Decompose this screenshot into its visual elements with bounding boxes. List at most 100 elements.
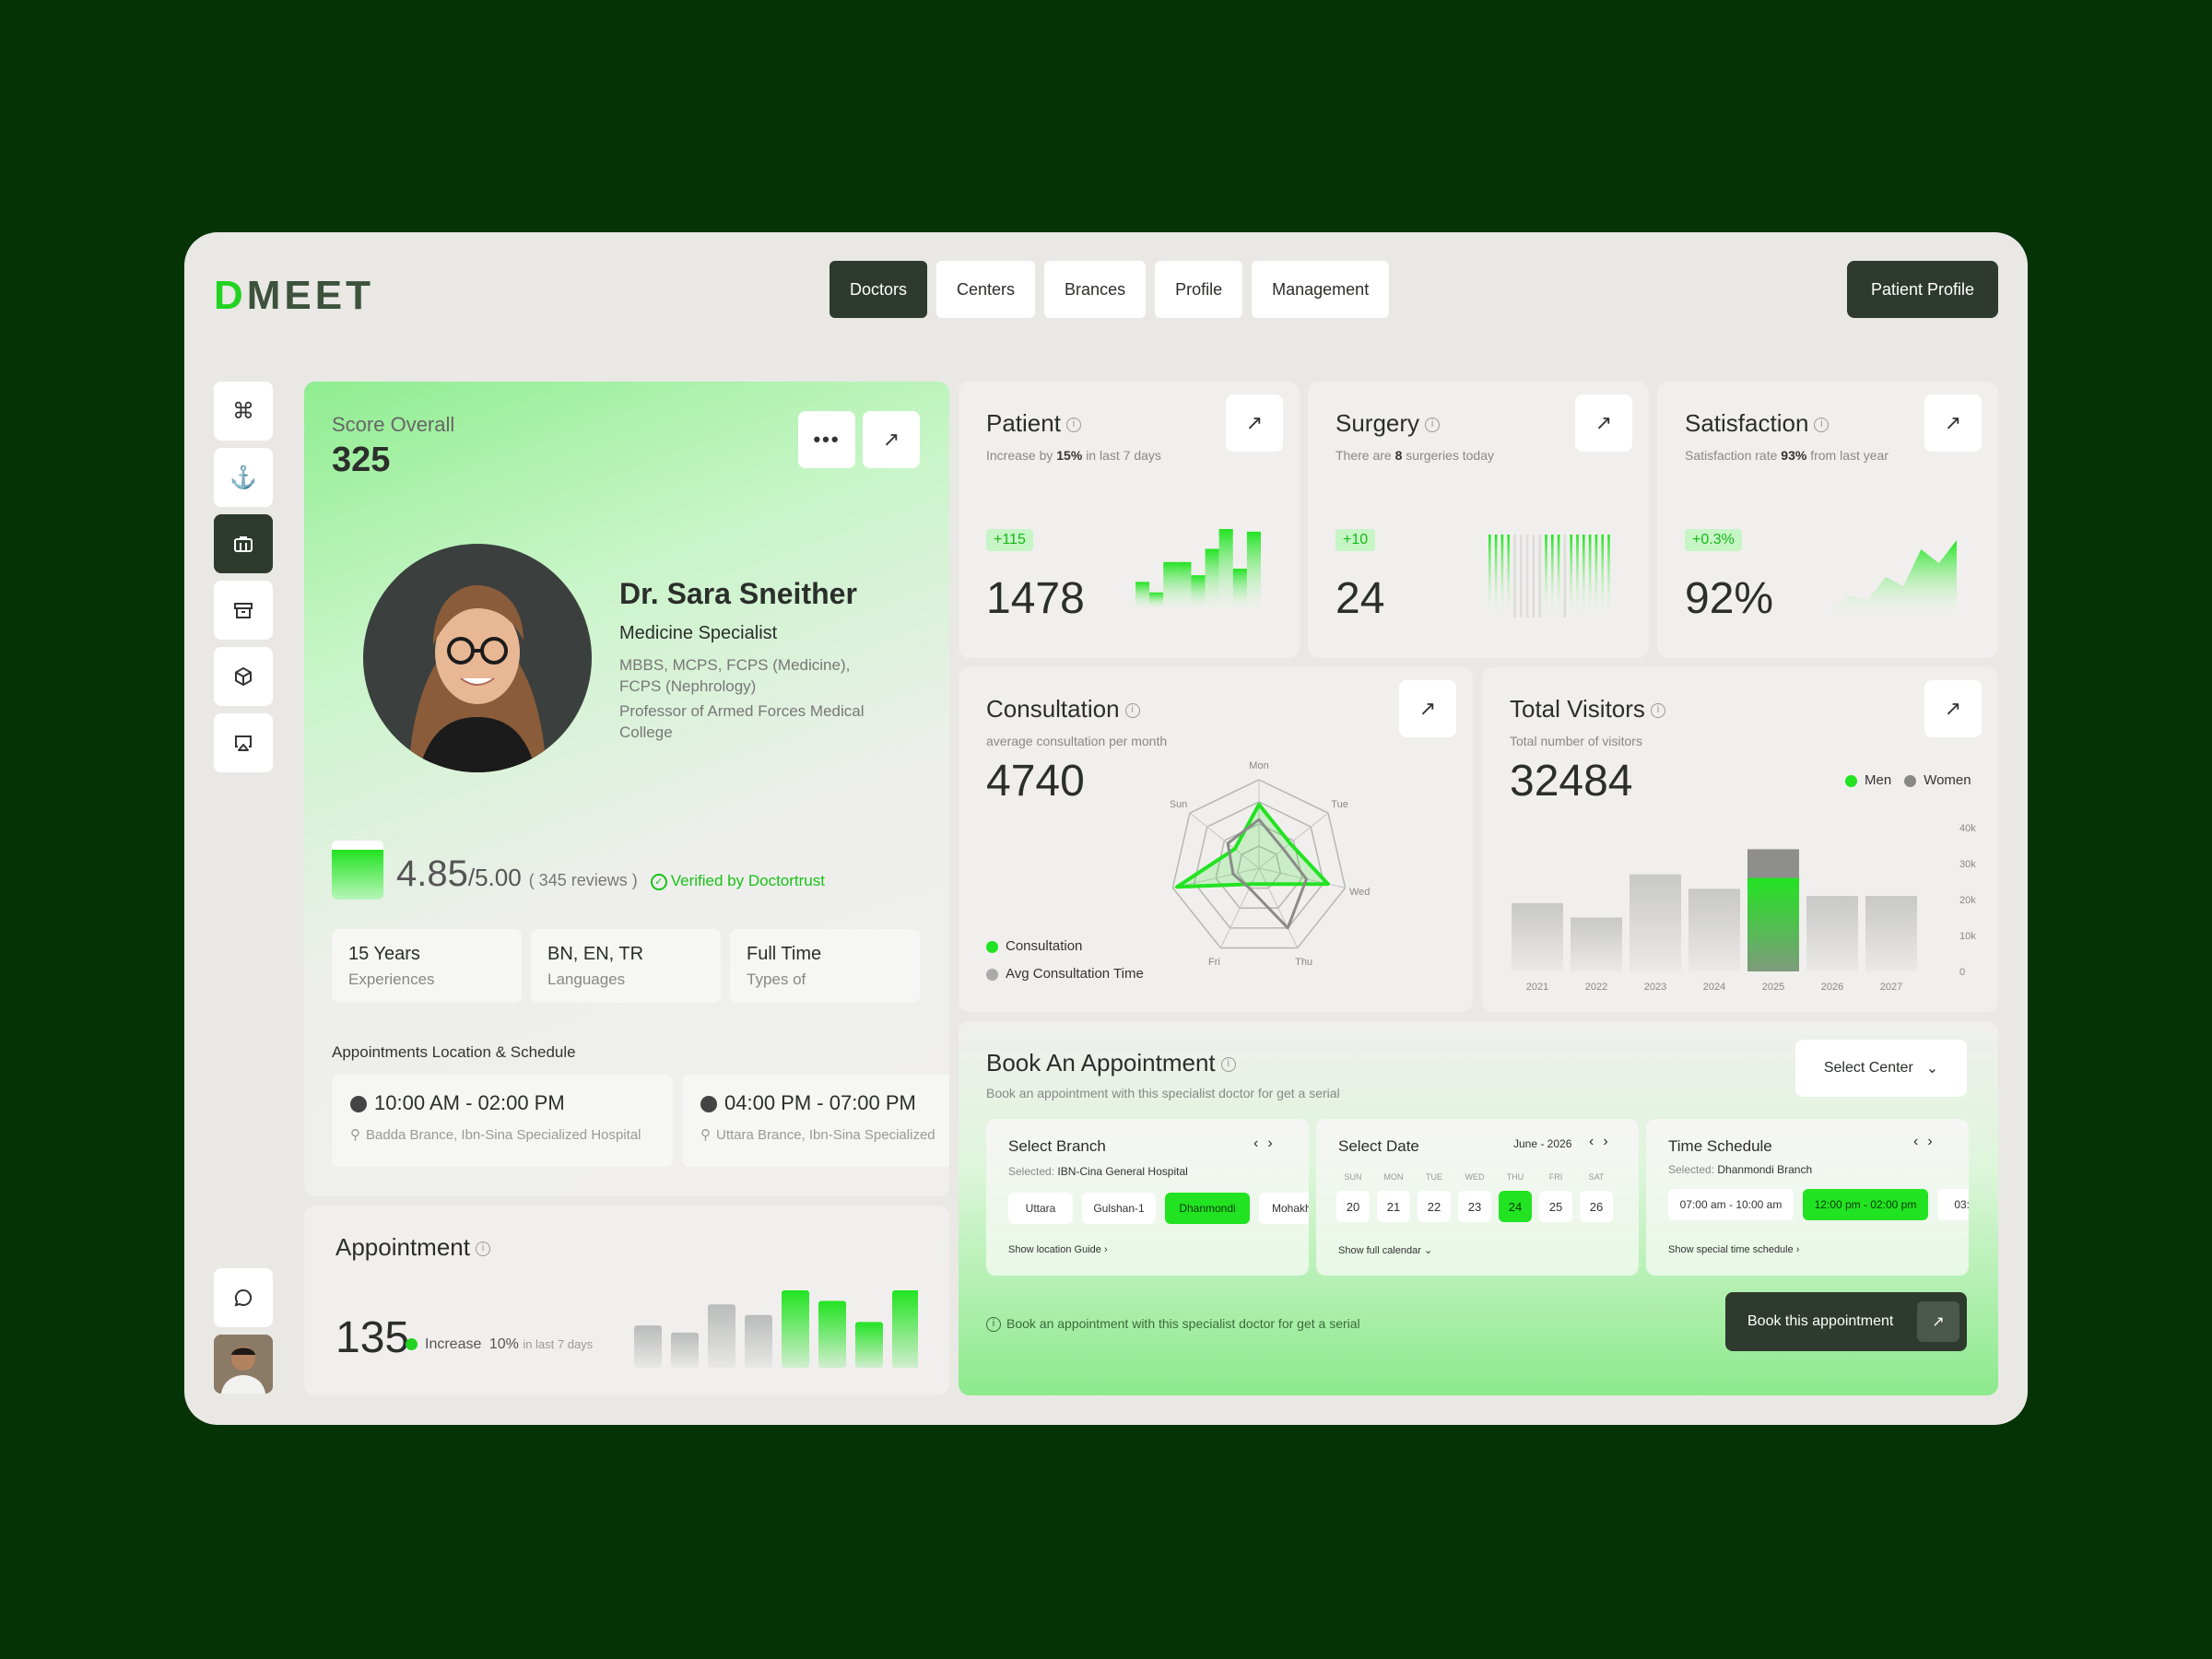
consultation-card: Consultation i average consultation per m… xyxy=(959,667,1473,1012)
satisfaction-open-button[interactable]: ↗ xyxy=(1924,394,1982,452)
surgery-line xyxy=(1551,535,1554,618)
branch-option-selected[interactable]: Dhanmondi xyxy=(1165,1193,1250,1224)
time-option[interactable]: 07:00 am - 10:00 am xyxy=(1668,1189,1794,1220)
radar-axis-label: Thu xyxy=(1295,957,1312,968)
surgery-line xyxy=(1594,535,1598,618)
patient-bar xyxy=(1177,561,1192,608)
date-option-selected[interactable]: 24 xyxy=(1499,1191,1532,1222)
x-tick-label: 2022 xyxy=(1585,982,1607,993)
date-option[interactable]: 22 xyxy=(1418,1191,1451,1222)
date-option[interactable]: 25 xyxy=(1539,1191,1572,1222)
fact-card: 15 Years Experiences xyxy=(332,929,522,1003)
date-panel: Select Date June - 2026 ‹› SUN MON TUE WED T… xyxy=(1316,1119,1639,1276)
chevron-right-icon: › xyxy=(1603,1134,1618,1149)
archive-icon[interactable] xyxy=(214,581,273,640)
date-option[interactable]: 26 xyxy=(1580,1191,1613,1222)
date-option[interactable]: 21 xyxy=(1377,1191,1410,1222)
select-center-dropdown[interactable]: Select Center ⌄ xyxy=(1795,1040,1967,1097)
review-count: ( 345 reviews ) xyxy=(528,871,638,889)
arrow-up-right-icon: ↗ xyxy=(1917,1301,1959,1342)
nav-brances[interactable]: Brances xyxy=(1044,261,1147,318)
clock-icon xyxy=(350,1096,367,1113)
time-title: Time Schedule xyxy=(1668,1137,1772,1155)
visitors-open-button[interactable]: ↗ xyxy=(1924,680,1982,737)
chat-icon[interactable] xyxy=(214,1268,273,1327)
book-note: i Book an appointment with this specialis… xyxy=(986,1316,1360,1333)
brand-logo: DMEET xyxy=(214,273,375,318)
rating-max: /5.00 xyxy=(467,864,522,891)
time-selected: Selected: Dhanmondi Branch xyxy=(1668,1163,1813,1176)
branch-option[interactable]: Mohakhal xyxy=(1259,1193,1309,1224)
chevron-right-icon: › xyxy=(1267,1135,1282,1151)
cube-icon[interactable] xyxy=(214,647,273,706)
visitors-bar-women xyxy=(1512,902,1563,971)
chevron-left-icon: ‹ xyxy=(1253,1135,1268,1151)
surgery-card: Surgery i There are 8 surgeries today ↗ +… xyxy=(1308,382,1649,658)
more-options-button[interactable]: ••• xyxy=(798,411,855,468)
appointment-bar xyxy=(671,1332,699,1368)
surgery-line xyxy=(1525,535,1529,618)
satisfaction-title: Satisfaction i xyxy=(1685,409,1830,438)
time-nav[interactable]: ‹› xyxy=(1913,1134,1942,1150)
branch-option[interactable]: Uttara xyxy=(1008,1193,1073,1224)
branch-panel: Select Branch ‹› Selected: IBN-Cina Gene… xyxy=(986,1119,1309,1276)
appointment-bar xyxy=(855,1322,883,1368)
branch-option[interactable]: Gulshan-1 xyxy=(1082,1193,1156,1224)
day-row: 20 21 22 23 24 25 26 xyxy=(1336,1191,1613,1222)
radar-axis-label: Tue xyxy=(1331,799,1348,810)
branch-selected: Selected: IBN-Cina General Hospital xyxy=(1008,1165,1188,1178)
weekday-label: MON xyxy=(1383,1172,1404,1182)
consultation-title: Consultation i xyxy=(986,695,1140,724)
book-appointment-button[interactable]: Book this appointment ↗ xyxy=(1725,1292,1967,1351)
info-icon: i xyxy=(986,1317,1001,1333)
info-icon: i xyxy=(1124,703,1140,719)
nav-profile[interactable]: Profile xyxy=(1155,261,1243,318)
satisfaction-chart xyxy=(1832,540,1957,614)
book-title: Book An Appointment i xyxy=(986,1049,1236,1077)
schedule-card[interactable]: 04:00 PM - 07:00 PM ⚲ Uttara Brance, Ibn-… xyxy=(682,1075,949,1167)
schedule-card[interactable]: 10:00 AM - 02:00 PM ⚲ Badda Brance, Ibn-S… xyxy=(332,1075,673,1167)
surgery-line xyxy=(1507,535,1510,618)
airplay-icon[interactable] xyxy=(214,713,273,772)
book-subtitle: Book an appointment with this specialist… xyxy=(986,1086,1340,1100)
surgery-open-button[interactable]: ↗ xyxy=(1575,394,1632,452)
surgery-line xyxy=(1488,535,1491,618)
nav-centers[interactable]: Centers xyxy=(936,261,1036,318)
date-option[interactable]: 23 xyxy=(1458,1191,1491,1222)
consultation-open-button[interactable]: ↗ xyxy=(1399,680,1456,737)
surgery-line xyxy=(1532,535,1535,618)
time-option[interactable]: 03:0 xyxy=(1937,1189,1969,1220)
nav-doctors[interactable]: Doctors xyxy=(830,261,928,318)
patient-open-button[interactable]: ↗ xyxy=(1226,394,1283,452)
patient-profile-button[interactable]: Patient Profile xyxy=(1846,261,1998,318)
top-nav: Doctors Centers Brances Profile Manageme… xyxy=(830,261,1390,318)
special-schedule-link[interactable]: Show special time schedule › xyxy=(1668,1244,1799,1255)
branch-nav[interactable]: ‹› xyxy=(1253,1135,1282,1152)
surgery-line xyxy=(1570,535,1572,618)
date-title: Select Date xyxy=(1338,1137,1419,1155)
verified-check-icon: ✓ xyxy=(650,873,667,890)
patient-bar xyxy=(1232,569,1247,608)
appointment-bar xyxy=(818,1300,846,1368)
date-nav[interactable]: ‹› xyxy=(1589,1134,1618,1150)
full-calendar-link[interactable]: Show full calendar ⌄ xyxy=(1338,1244,1432,1256)
date-option[interactable]: 20 xyxy=(1336,1191,1370,1222)
fact-card: Full Time Types of xyxy=(730,929,920,1003)
surgery-line xyxy=(1520,535,1523,618)
rating-row: 4.85/5.00 ( 345 reviews ) ✓ Verified by D… xyxy=(396,853,825,895)
user-avatar[interactable] xyxy=(214,1335,273,1394)
expand-button[interactable]: ↗ xyxy=(863,411,920,468)
time-option-selected[interactable]: 12:00 pm - 02:00 pm xyxy=(1803,1189,1928,1220)
anchor-icon[interactable]: ⚓ xyxy=(214,448,273,507)
location-guide-link[interactable]: Show location Guide › xyxy=(1008,1244,1108,1255)
visitors-bar-women xyxy=(1630,874,1681,971)
nav-management[interactable]: Management xyxy=(1252,261,1390,318)
visitors-card: Total Visitors i Total number of visitors… xyxy=(1482,667,1998,1012)
appointment-title: Appointment i xyxy=(335,1233,490,1262)
command-icon[interactable]: ⌘ xyxy=(214,382,273,441)
arrow-up-right-icon: ↗ xyxy=(1594,411,1613,434)
app-window: DMEET Doctors Centers Brances Profile Ma… xyxy=(184,232,2028,1425)
briefcase-icon[interactable] xyxy=(214,514,273,573)
consultation-value: 4740 xyxy=(986,757,1085,806)
arrow-up-right-icon: ↗ xyxy=(1418,697,1437,720)
